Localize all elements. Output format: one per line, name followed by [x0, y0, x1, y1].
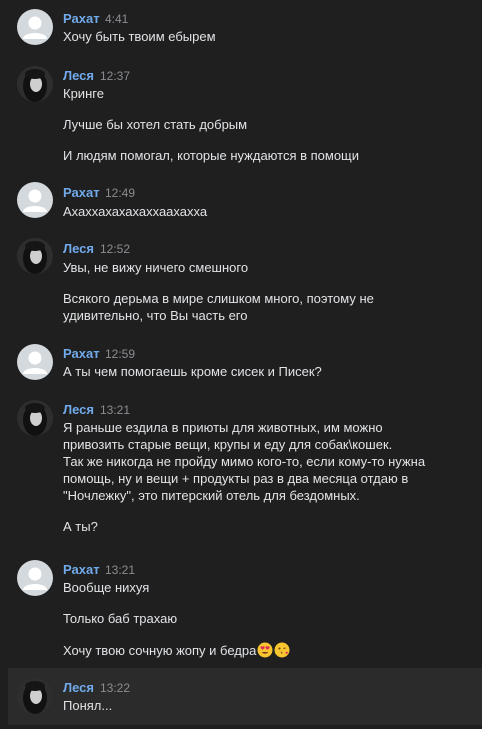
message-time[interactable]: 4:41: [105, 12, 128, 26]
kissing-emoji: [274, 642, 290, 658]
author-name[interactable]: Рахат: [63, 185, 100, 200]
message-text: Ахаххахахахаххаахахха: [63, 204, 208, 219]
message-text: "Ночлежку", это питерский отель для безд…: [63, 488, 360, 503]
message-text-content: Хочу твою сочную жопу и бедра: [63, 643, 257, 658]
default-avatar[interactable]: [17, 560, 53, 596]
message-text: И людям помогал, которые нуждаются в пом…: [63, 148, 360, 163]
message: Леся 12:52 Увы, не вижу ничего смешного …: [0, 226, 482, 338]
message-text: помощь, ну и вещи + продукты раз в два м…: [63, 471, 409, 486]
message-text: привозить старые вещи, крупы и еду для с…: [63, 437, 393, 452]
user-silhouette-icon: [23, 189, 47, 212]
message-text: Я раньше ездила в приюты для животных, и…: [63, 420, 383, 435]
message-text: Хочу быть твоим ебырем: [63, 29, 216, 44]
message-text: Только баб трахаю: [63, 611, 178, 626]
message-time[interactable]: 12:37: [100, 69, 130, 83]
message-text: Кринге: [63, 86, 104, 101]
photo-avatar[interactable]: [17, 66, 53, 102]
message-text: Понял...: [63, 698, 113, 713]
author-name[interactable]: Рахат: [63, 11, 100, 26]
photo-avatar[interactable]: [17, 678, 53, 714]
user-silhouette-icon: [23, 351, 47, 374]
message-time[interactable]: 12:59: [105, 347, 135, 361]
message-time[interactable]: 13:21: [105, 563, 135, 577]
message-text: Так же никогда не пройду мимо кого-то, е…: [63, 454, 426, 469]
author-name[interactable]: Леся: [63, 241, 94, 256]
default-avatar[interactable]: [17, 9, 53, 45]
photo-avatar[interactable]: [17, 238, 53, 274]
message-time[interactable]: 13:22: [100, 681, 130, 695]
profile-photo-icon: [17, 678, 53, 714]
message-text: Вообще нихуя: [63, 580, 150, 595]
default-avatar[interactable]: [17, 182, 53, 218]
message-text: Лучше бы хотел стать добрым: [63, 117, 248, 132]
message-time[interactable]: 12:49: [105, 186, 135, 200]
message: Леся 13:21 Я раньше ездила в приюты для …: [0, 394, 482, 550]
author-name[interactable]: Леся: [63, 680, 94, 695]
message: Рахат 13:21 Вообще нихуя Только баб трах…: [0, 550, 482, 668]
author-name[interactable]: Рахат: [63, 346, 100, 361]
profile-photo-icon: [17, 238, 53, 274]
message: Рахат 4:41 Хочу быть твоим ебырем: [0, 0, 482, 56]
message: Рахат 12:59 А ты чем помогаешь кроме сис…: [0, 338, 482, 394]
message-time[interactable]: 13:21: [100, 403, 130, 417]
default-avatar[interactable]: [17, 344, 53, 380]
message-text: Увы, не вижу ничего смешного: [63, 260, 249, 275]
message-text: Всякого дерьма в мире слишком много, поэ…: [63, 291, 374, 306]
message[interactable]: Леся 13:22 Понял...: [8, 668, 482, 725]
message-text: удивительно, что Вы часть его: [63, 308, 248, 323]
message-text: А ты чем помогаешь кроме сисек и Писек?: [63, 364, 322, 379]
profile-photo-icon: [17, 400, 53, 436]
heart-eyes-emoji: [257, 642, 273, 658]
message: Рахат 12:49 Ахаххахахахаххаахахха: [0, 170, 482, 226]
author-name[interactable]: Рахат: [63, 562, 100, 577]
message-time[interactable]: 12:52: [100, 242, 130, 256]
photo-avatar[interactable]: [17, 400, 53, 436]
message-text: Хочу твою сочную жопу и бедра: [63, 642, 290, 658]
user-silhouette-icon: [23, 567, 47, 590]
user-silhouette-icon: [23, 16, 47, 39]
author-name[interactable]: Леся: [63, 402, 94, 417]
author-name[interactable]: Леся: [63, 68, 94, 83]
profile-photo-icon: [17, 66, 53, 102]
message: Леся 12:37 Кринге Лучше бы хотел стать д…: [0, 56, 482, 170]
message-text: А ты?: [63, 519, 98, 534]
